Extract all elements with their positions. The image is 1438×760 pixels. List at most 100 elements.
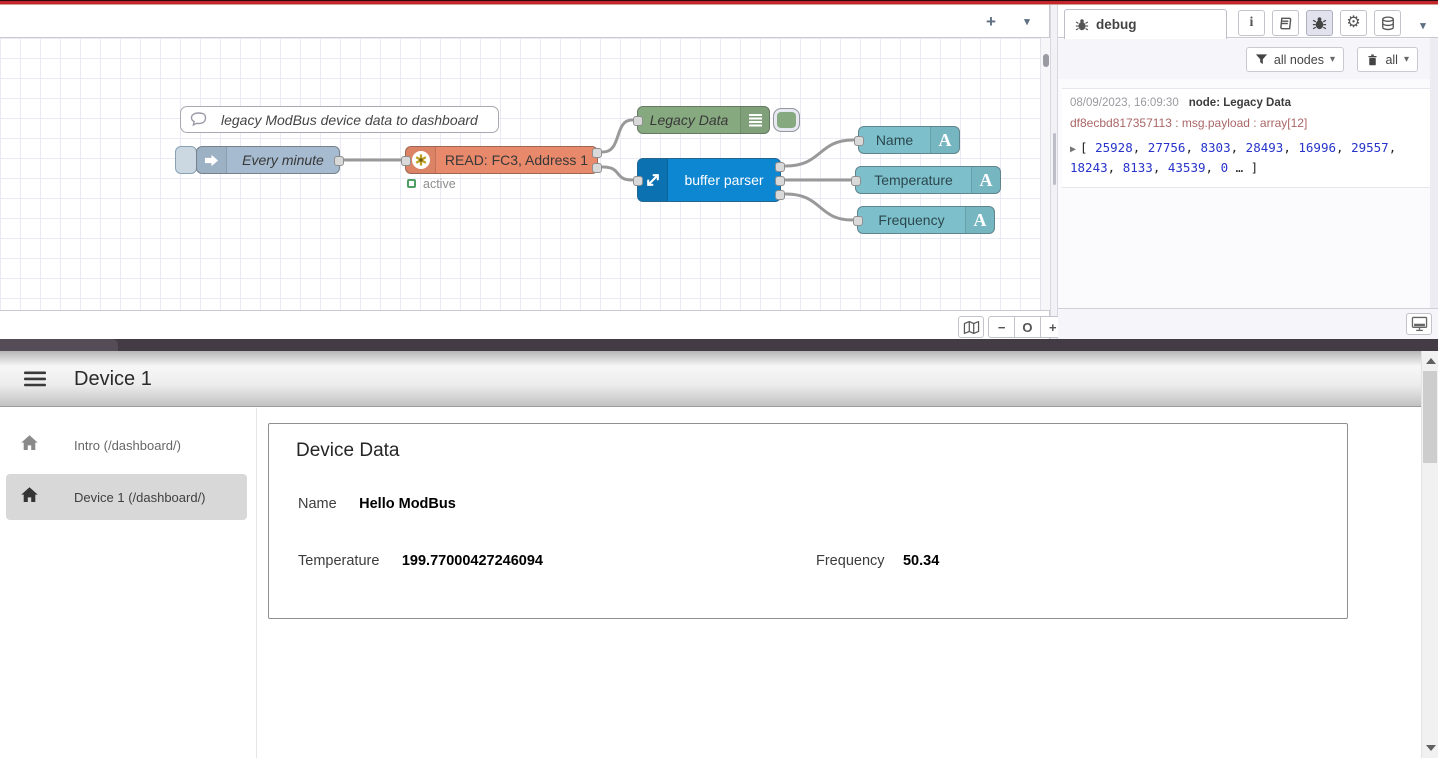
sidebar-footer (1058, 308, 1438, 339)
scroll-up-arrow[interactable] (1426, 358, 1436, 364)
clear-label: all (1385, 53, 1398, 67)
scroll-down-arrow[interactable] (1426, 745, 1436, 751)
ui-text-input-port[interactable] (854, 136, 864, 146)
modbus-output-port-1[interactable] (592, 148, 602, 158)
field-value-temperature: 199.77000427246094 (402, 553, 543, 569)
dashboard-sidebar: Intro (/dashboard/) Device 1 (/dashboard… (0, 408, 257, 758)
nav-item-intro[interactable]: Intro (/dashboard/) (6, 422, 247, 468)
separator-grip (1053, 133, 1056, 185)
clear-messages-button[interactable]: all ▾ (1357, 47, 1418, 72)
flow-canvas[interactable]: legacy ModBus device data to dashboard E… (0, 38, 1040, 310)
hamburger-icon (24, 371, 46, 387)
inject-trigger-button[interactable] (175, 146, 197, 174)
debug-timestamp: 08/09/2023, 16:09:30 (1070, 97, 1179, 109)
ui-text-node-frequency[interactable]: Frequency A (857, 206, 995, 234)
ui-text-label: Name (859, 132, 930, 148)
text-A-icon: A (965, 207, 994, 233)
trash-icon (1366, 53, 1379, 67)
sidebar-scrollbar[interactable] (1430, 38, 1438, 308)
buffer-parser-node[interactable]: buffer parser (637, 158, 781, 202)
navigator-button[interactable] (958, 316, 984, 338)
menu-toggle-button[interactable] (24, 371, 46, 387)
ui-text-node-temperature[interactable]: Temperature A (855, 166, 1001, 194)
buffer-parser-label: buffer parser (668, 172, 780, 188)
modbus-output-port-2[interactable] (592, 163, 602, 173)
modbus-read-node[interactable]: READ: FC3, Address 1 (405, 146, 598, 174)
field-label-frequency: Frequency (816, 553, 885, 569)
zoom-controls: − O + (988, 316, 1066, 338)
card-title: Device Data (296, 440, 400, 462)
debug-sidebar: debug i ⚙ ▾ all nodes ▾ (1058, 5, 1438, 339)
text-A-icon: A (971, 167, 1000, 193)
debug-tab-button[interactable] (1306, 10, 1333, 36)
debug-tab[interactable]: debug (1064, 9, 1227, 39)
debug-tab-label: debug (1096, 17, 1137, 32)
buffer-output-port-1[interactable] (775, 162, 785, 172)
bug-icon (1075, 18, 1089, 32)
debug-msg-path: df8ecbd817357113 : msg.payload : array[1… (1070, 116, 1422, 130)
modbus-status-icon (407, 179, 416, 188)
ui-text-input-port[interactable] (853, 216, 863, 226)
add-flow-button[interactable]: + (978, 11, 1004, 33)
canvas-vertical-scrollbar[interactable] (1040, 38, 1050, 310)
canvas-scrollbar-thumb[interactable] (1043, 54, 1049, 67)
node-red-editor: + ▾ legacy ModBus device data to dashboa… (0, 5, 1438, 339)
info-tab-button[interactable]: i (1238, 10, 1265, 36)
ui-text-node-name[interactable]: Name A (858, 126, 960, 154)
buffer-output-port-3[interactable] (775, 190, 785, 200)
inject-arrow-icon (197, 147, 227, 173)
workspace-tabstrip: + ▾ (0, 5, 1050, 38)
gear-icon: ⚙ (1346, 15, 1360, 31)
dashboard-scrollbar-thumb[interactable] (1423, 371, 1437, 463)
nav-label: Device 1 (/dashboard/) (74, 490, 206, 505)
buffer-input-port[interactable] (633, 176, 643, 186)
zoom-out-button[interactable]: − (989, 316, 1014, 338)
debug-list-icon (740, 107, 769, 133)
dashboard-header: Device 1 (0, 351, 1438, 407)
flow-list-button[interactable]: ▾ (1014, 11, 1040, 33)
debug-payload-content: [ 25928, 27756, 8303, 28493, 16996, 2955… (1070, 140, 1396, 175)
expand-caret-icon[interactable]: ▶ (1070, 144, 1076, 155)
caret-down-icon: ▾ (1330, 54, 1335, 65)
debug-input-port[interactable] (633, 116, 643, 126)
debug-payload[interactable]: ▶[ 25928, 27756, 8303, 28493, 16996, 295… (1070, 138, 1422, 177)
modbus-input-port[interactable] (401, 156, 411, 166)
caret-down-icon: ▾ (1404, 54, 1409, 65)
inject-label: Every minute (227, 152, 339, 168)
dashboard-scrollbar[interactable] (1421, 351, 1438, 758)
sidebar-resize-separator[interactable] (1050, 5, 1058, 339)
debug-message[interactable]: 08/09/2023, 16:09:30node: Legacy Data df… (1062, 88, 1430, 188)
context-tab-button[interactable] (1374, 10, 1401, 36)
config-tab-button[interactable]: ⚙ (1340, 10, 1367, 36)
comment-label: legacy ModBus device data to dashboard (215, 112, 498, 128)
help-tab-button[interactable] (1272, 10, 1299, 36)
filter-funnel-icon (1255, 53, 1268, 66)
field-value-name: Hello ModBus (359, 496, 456, 512)
map-icon (963, 320, 980, 335)
field-label-temperature: Temperature (298, 553, 379, 569)
buffer-output-port-2[interactable] (775, 176, 785, 186)
open-in-window-button[interactable] (1406, 313, 1432, 335)
window-divider (0, 339, 1438, 351)
nav-item-device-1[interactable]: Device 1 (/dashboard/) (6, 474, 247, 520)
filter-nodes-button[interactable]: all nodes ▾ (1246, 47, 1344, 72)
ui-text-input-port[interactable] (851, 176, 861, 186)
field-value-frequency: 50.34 (903, 553, 939, 569)
debug-enable-toggle[interactable] (773, 108, 800, 132)
monitor-icon (1411, 316, 1428, 332)
info-icon: i (1250, 15, 1254, 31)
modbus-status-text: active (423, 177, 456, 191)
text-A-icon: A (930, 127, 959, 153)
filter-label: all nodes (1274, 53, 1324, 67)
page-title: Device 1 (74, 368, 152, 391)
debug-node-label: Legacy Data (638, 112, 740, 128)
inject-node[interactable]: Every minute (196, 146, 340, 174)
comment-node[interactable]: legacy ModBus device data to dashboard (180, 106, 499, 133)
book-icon (1278, 16, 1293, 31)
sidebar-tabstrip: debug i ⚙ ▾ (1058, 5, 1438, 38)
zoom-reset-button[interactable]: O (1014, 316, 1039, 338)
sidebar-menu-button[interactable]: ▾ (1410, 15, 1436, 37)
inject-output-port[interactable] (334, 156, 344, 166)
debug-node-legacy-data[interactable]: Legacy Data (637, 106, 770, 134)
editor-footer: − O + (0, 310, 1050, 339)
